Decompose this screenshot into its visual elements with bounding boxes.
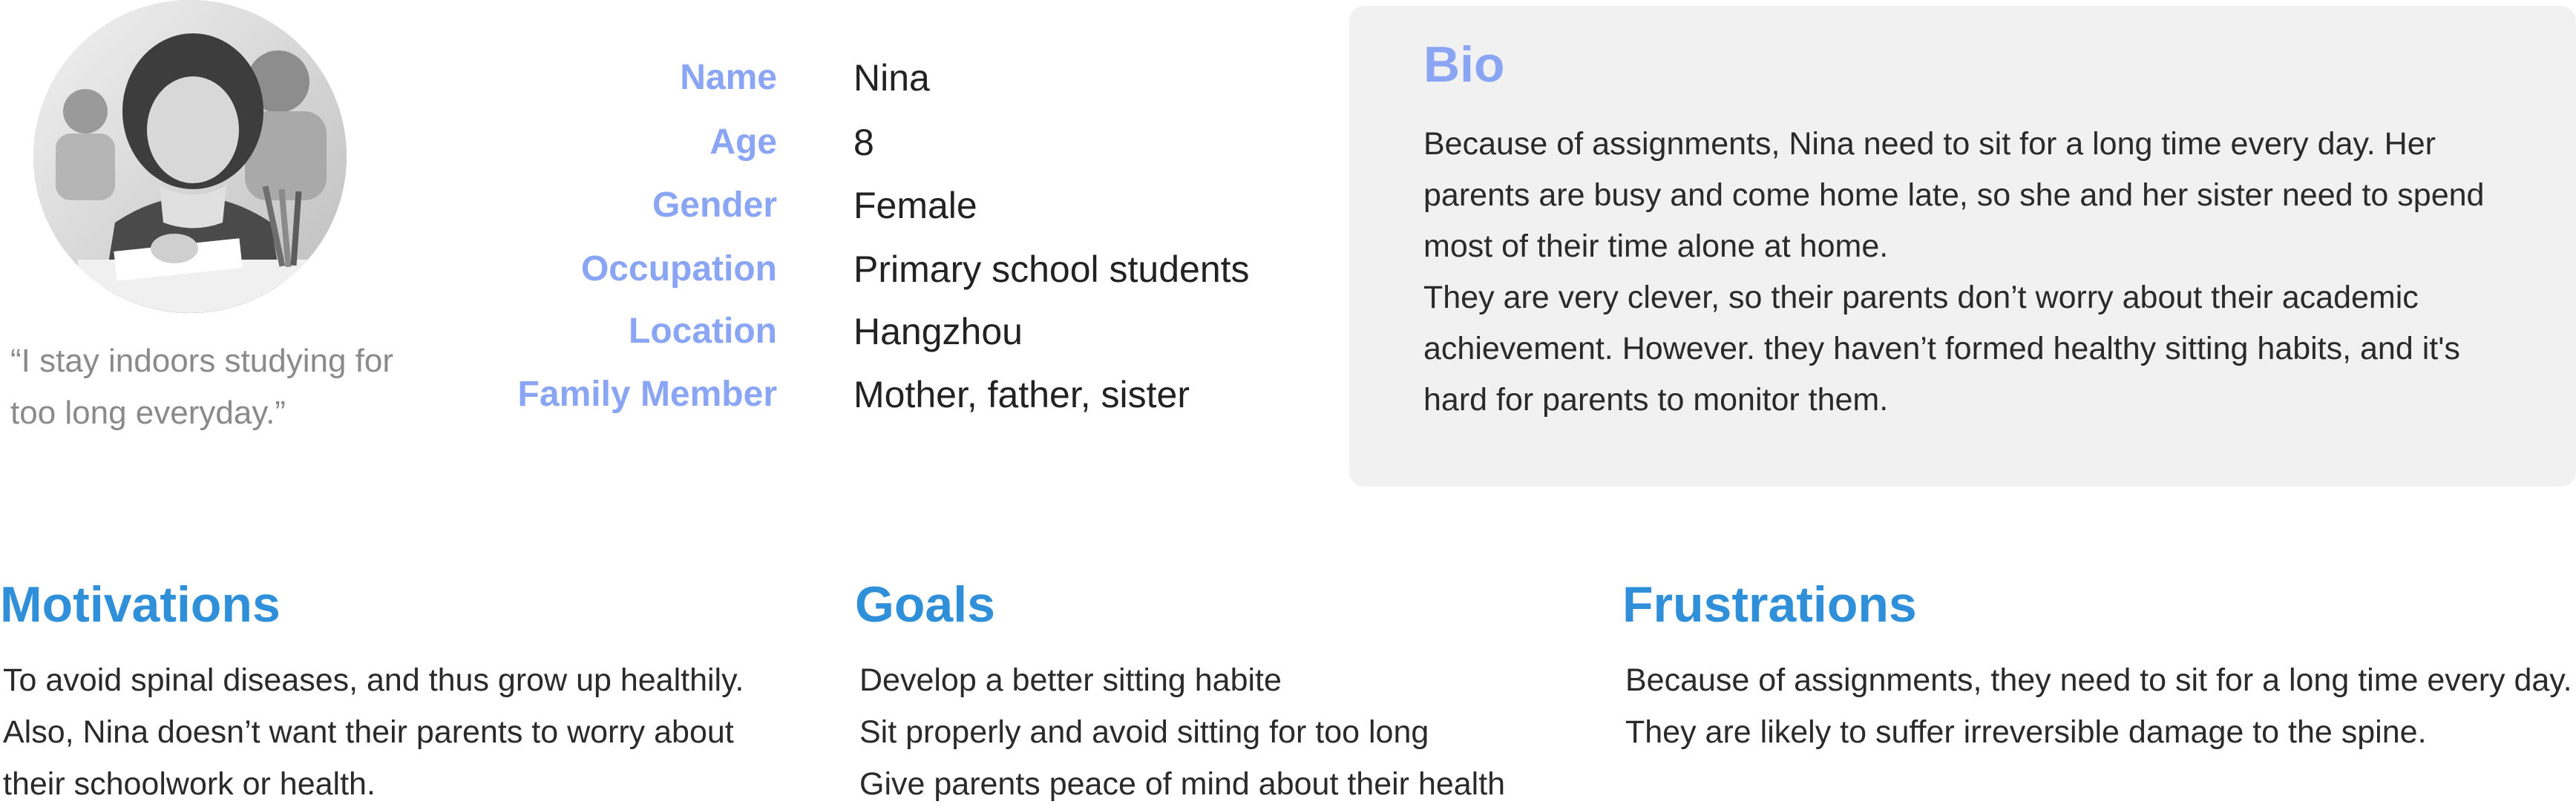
bio-line: Because of assignments, Nina need to sit… xyxy=(1423,126,2436,162)
frustrations-title: Frustrations xyxy=(1622,576,1917,633)
goals-title: Goals xyxy=(855,576,995,633)
profile-value: Female xyxy=(853,185,977,226)
motivations-line: To avoid spinal diseases, and thus grow … xyxy=(3,662,744,698)
profile-label: Family Member xyxy=(517,375,777,414)
profile-row-name: Name Nina xyxy=(416,52,1306,115)
profile-row-gender: Gender Female xyxy=(416,180,1306,243)
frustrations-line: Because of assignments, they need to sit… xyxy=(1625,662,2572,698)
quote-line-2: too long everyday.” xyxy=(10,395,286,431)
goals-body: Develop a better sitting habite Sit prop… xyxy=(855,654,1597,810)
bio-card: Bio Because of assignments, Nina need to… xyxy=(1349,6,2576,487)
goals-line: Develop a better sitting habite xyxy=(859,662,1282,698)
bio-title: Bio xyxy=(1423,36,1505,93)
goals-section: Goals Develop a better sitting habite Si… xyxy=(855,571,1597,810)
profile-value: 8 xyxy=(853,122,874,163)
profile-value: Primary school students xyxy=(853,248,1250,290)
profile-label: Age xyxy=(709,122,777,162)
persona-avatar xyxy=(33,0,347,313)
motivations-line: Also, Nina doesn’t want their parents to… xyxy=(3,714,734,750)
motivations-body: To avoid spinal diseases, and thus grow … xyxy=(0,654,802,810)
frustrations-body: Because of assignments, they need to sit… xyxy=(1622,654,2572,758)
child-studying-photo-icon xyxy=(33,0,347,313)
profile-value: Mother, father, sister xyxy=(853,374,1190,415)
profile-label: Location xyxy=(629,312,777,351)
goals-line: Give parents peace of mind about their h… xyxy=(859,766,1506,802)
motivations-title: Motivations xyxy=(0,576,281,633)
bio-line: most of their time alone at home. xyxy=(1423,228,1889,264)
profile-label: Gender xyxy=(652,185,777,225)
profile-value: Nina xyxy=(853,57,930,99)
profile-row-location: Location Hangzhou xyxy=(416,306,1306,369)
profile-label: Occupation xyxy=(580,249,777,289)
bio-line: achievement. However. they haven’t forme… xyxy=(1423,331,2460,366)
quote-line-1: “I stay indoors studying for xyxy=(10,343,394,379)
frustrations-line: They are likely to suffer irreversible d… xyxy=(1625,714,2427,750)
profile-row-occupation: Occupation Primary school students xyxy=(416,243,1306,306)
goals-line: Sit properly and avoid sitting for too l… xyxy=(859,714,1429,750)
bio-line: parents are busy and come home late, so … xyxy=(1423,177,2485,213)
persona-quote: “I stay indoors studying for too long ev… xyxy=(10,335,456,439)
bio-text: Because of assignments, Nina need to sit… xyxy=(1423,119,2522,426)
frustrations-section: Frustrations Because of assignments, the… xyxy=(1622,571,2572,758)
profile-label: Name xyxy=(680,58,777,97)
motivations-section: Motivations To avoid spinal diseases, an… xyxy=(0,571,802,810)
motivations-line: their schoolwork or health. xyxy=(3,766,376,802)
bio-line: hard for parents to monitor them. xyxy=(1423,382,1889,418)
bio-line: They are very clever, so their parents d… xyxy=(1423,280,2419,315)
profile-row-age: Age 8 xyxy=(416,116,1306,180)
profile-row-family-member: Family Member Mother, father, sister xyxy=(416,369,1306,432)
profile-value: Hangzhou xyxy=(853,311,1023,352)
